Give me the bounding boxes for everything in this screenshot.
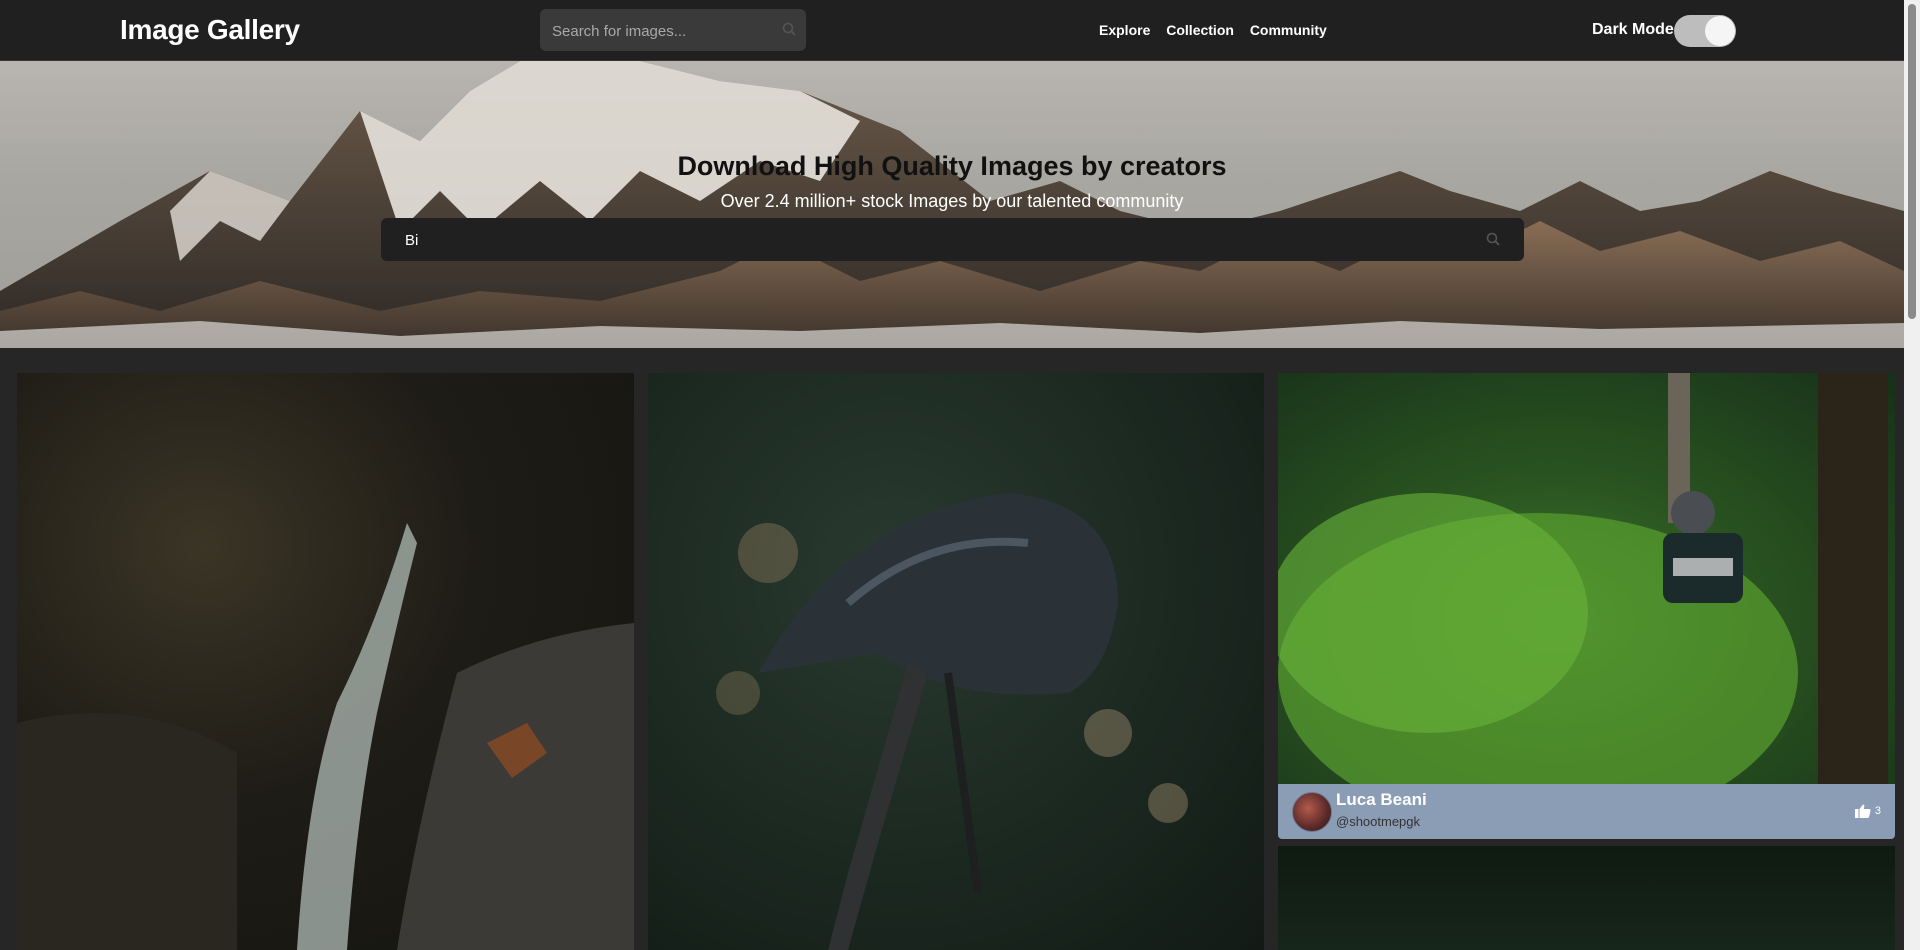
gallery-image-forest-rider[interactable] [1278,373,1895,786]
like-button[interactable]: 3 [1854,804,1881,818]
nav-collection[interactable]: Collection [1166,22,1234,38]
search-icon[interactable] [782,22,796,41]
search-icon[interactable] [1486,232,1500,251]
gallery-image-forest[interactable] [1278,846,1895,950]
vertical-scrollbar[interactable] [1904,0,1920,950]
main-nav: Explore Collection Community [1099,22,1339,38]
hero-subtitle: Over 2.4 million+ stock Images by our ta… [720,191,1184,211]
gallery-image-helmet[interactable] [648,373,1264,950]
dark-mode-label: Dark Mode [1592,21,1674,38]
toggle-knob [1705,16,1735,46]
dark-mode-toggle[interactable] [1674,15,1736,47]
nav-explore[interactable]: Explore [1099,22,1150,38]
scrollbar-thumb[interactable] [1908,4,1916,319]
header-search-input[interactable] [550,9,784,53]
author-handle[interactable]: @shootmepgk [1336,814,1420,829]
hero-search-input[interactable] [403,218,1467,263]
nav-community[interactable]: Community [1250,22,1327,38]
hero-search[interactable] [381,218,1524,263]
header-search[interactable] [540,9,806,53]
brand-logo[interactable]: Image Gallery [120,14,300,46]
hero-banner: Download High Quality Images by creators… [0,61,1904,348]
helmet-image [716,493,1188,950]
image-credit-bar: Luca Beani @shootmepgk 3 [1278,784,1895,839]
image-grid: Luca Beani @shootmepgk 3 [0,348,1904,950]
like-count: 3 [1874,805,1881,817]
author-name[interactable]: Luca Beani [1336,790,1427,810]
author-avatar[interactable] [1292,792,1332,832]
forest-rider-image [1278,373,1888,786]
gallery-image-waterfall[interactable] [17,373,634,950]
top-navbar: Image Gallery Explore Collection Communi… [0,0,1904,61]
waterfall-image [17,523,634,950]
hero-title: Download High Quality Images by creators [677,151,1227,181]
thumbs-up-icon [1854,804,1871,818]
